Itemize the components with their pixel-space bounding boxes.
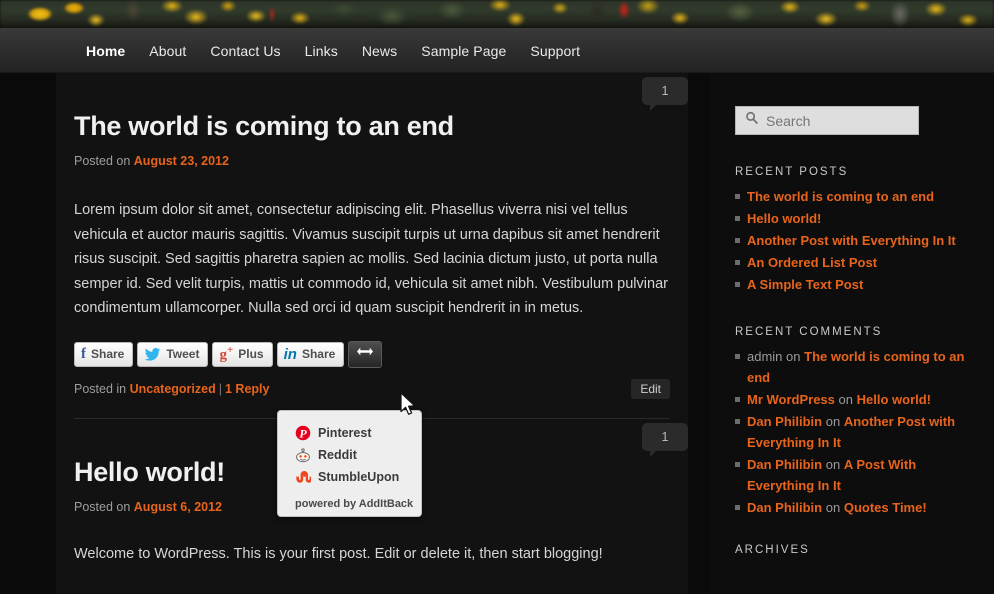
posted-in-label: Posted in xyxy=(74,381,127,396)
post-category-line: Posted in Uncategorized | 1 Reply xyxy=(74,382,269,396)
svg-text:P: P xyxy=(299,426,307,440)
post-footer-meta: Posted in Uncategorized | 1 Reply Edit xyxy=(74,378,670,399)
comment-on-label: on xyxy=(838,392,853,407)
linkedin-icon: in xyxy=(283,345,297,363)
list-item: Dan Philibin on Quotes Time! xyxy=(735,497,980,518)
posted-on-label: Posted on xyxy=(74,154,131,168)
page-root: Home About Contact Us Links News Sample … xyxy=(0,0,994,594)
twitter-tweet-button[interactable]: Tweet xyxy=(137,341,209,367)
comment-count-value: 1 xyxy=(661,84,669,98)
post-replies-link[interactable]: 1 Reply xyxy=(225,382,269,396)
list-item: Hello world! xyxy=(735,208,980,229)
recent-post-link[interactable]: An Ordered List Post xyxy=(747,255,877,270)
list-item: An Ordered List Post xyxy=(735,252,980,273)
comment-post-link[interactable]: Hello world! xyxy=(857,392,931,407)
comment-author: admin xyxy=(747,349,783,364)
nav-item-links[interactable]: Links xyxy=(293,43,350,59)
header-banner-image xyxy=(0,0,994,28)
edit-post-button[interactable]: Edit xyxy=(631,378,670,399)
post-meta: Posted on August 23, 2012 xyxy=(74,154,670,168)
archives-widget: ARCHIVES xyxy=(710,544,994,556)
search-box[interactable] xyxy=(735,106,919,135)
recent-post-link[interactable]: A Simple Text Post xyxy=(747,277,863,292)
recent-post-link[interactable]: Another Post with Everything In It xyxy=(747,233,956,248)
twitter-tweet-label: Tweet xyxy=(166,347,200,362)
pinterest-share-item[interactable]: P Pinterest xyxy=(278,422,421,444)
search-widget xyxy=(710,73,994,135)
recent-posts-list: The world is coming to an end Hello worl… xyxy=(735,186,980,295)
main-navigation: Home About Contact Us Links News Sample … xyxy=(0,28,994,73)
facebook-share-label: Share xyxy=(91,347,125,362)
google-plus-label: Plus xyxy=(238,347,264,362)
post-body-text-2: Welcome to WordPress. This is your first… xyxy=(74,545,603,562)
post-title-link[interactable]: The world is coming to an end xyxy=(74,109,670,143)
recent-comments-list: admin on The world is coming to an end M… xyxy=(735,346,980,518)
reddit-label: Reddit xyxy=(318,448,357,462)
addit-powered-by-label: powered by AddItBack xyxy=(295,498,414,510)
facebook-icon: f xyxy=(81,345,86,362)
comment-count-value-2: 1 xyxy=(661,429,669,444)
nav-item-sample-page[interactable]: Sample Page xyxy=(409,43,518,59)
linkedin-share-button[interactable]: in Share xyxy=(276,341,345,367)
mouse-cursor xyxy=(400,392,418,422)
archives-title: ARCHIVES xyxy=(735,544,810,556)
comment-author[interactable]: Dan Philibin xyxy=(747,414,822,429)
comment-count-bubble-2[interactable]: 1 xyxy=(642,422,688,457)
list-item: Another Post with Everything In It xyxy=(735,230,980,251)
list-item: admin on The world is coming to an end xyxy=(735,346,980,388)
plus-arrows-icon xyxy=(356,345,374,363)
comment-on-label: on xyxy=(825,457,841,472)
post-article-1: 1 The world is coming to an end Posted o… xyxy=(56,73,688,399)
comment-author[interactable]: Dan Philibin xyxy=(747,457,822,472)
comment-on-label: on xyxy=(786,349,801,364)
nav-item-home[interactable]: Home xyxy=(74,43,137,59)
comment-author[interactable]: Mr WordPress xyxy=(747,392,835,407)
addit-share-menu: P Pinterest Reddit StumbleUpon powered b… xyxy=(277,410,422,517)
nav-item-news[interactable]: News xyxy=(350,43,409,59)
list-item: Dan Philibin on Another Post with Everyt… xyxy=(735,411,980,453)
recent-comments-title: RECENT COMMENTS xyxy=(735,326,883,338)
nav-item-about[interactable]: About xyxy=(137,43,198,59)
stumbleupon-label: StumbleUpon xyxy=(318,470,400,484)
comment-count-bubble[interactable]: 1 xyxy=(642,77,688,111)
list-item: Mr WordPress on Hello world! xyxy=(735,389,980,410)
recent-posts-title: RECENT POSTS xyxy=(735,166,849,178)
meta-separator: | xyxy=(218,381,222,396)
google-plus-icon: g+ xyxy=(219,344,234,364)
posted-on-label-2: Posted on xyxy=(74,499,131,514)
more-share-options-button[interactable] xyxy=(348,340,383,368)
stumbleupon-icon xyxy=(295,469,313,485)
nav-items: Home About Contact Us Links News Sample … xyxy=(74,28,592,73)
sidebar: RECENT POSTS The world is coming to an e… xyxy=(710,73,994,594)
comment-author[interactable]: Dan Philibin xyxy=(747,500,822,515)
post-category-link[interactable]: Uncategorized xyxy=(130,382,216,396)
stumbleupon-share-item[interactable]: StumbleUpon xyxy=(278,466,421,488)
search-input[interactable] xyxy=(766,112,906,129)
recent-posts-widget: RECENT POSTS The world is coming to an e… xyxy=(710,166,994,295)
comment-on-label: on xyxy=(825,414,841,429)
google-plus-button[interactable]: g+ Plus xyxy=(212,341,273,367)
reddit-share-item[interactable]: Reddit xyxy=(278,444,421,466)
recent-post-link[interactable]: The world is coming to an end xyxy=(747,189,934,204)
comment-on-label: on xyxy=(825,500,841,515)
list-item: Dan Philibin on A Post With Everything I… xyxy=(735,454,980,496)
linkedin-share-label: Share xyxy=(301,347,336,362)
recent-post-link[interactable]: Hello world! xyxy=(747,211,821,226)
pinterest-label: Pinterest xyxy=(318,426,372,440)
comment-post-link[interactable]: Quotes Time! xyxy=(844,500,927,515)
recent-comments-widget: RECENT COMMENTS admin on The world is co… xyxy=(710,326,994,518)
search-icon xyxy=(745,111,759,130)
pinterest-icon: P xyxy=(295,425,311,441)
post-body-text: Lorem ipsum dolor sit amet, consectetur … xyxy=(74,202,668,317)
twitter-icon xyxy=(144,347,161,361)
social-share-row: f Share Tweet g+ Plus in Share xyxy=(74,340,670,368)
nav-item-support[interactable]: Support xyxy=(518,43,592,59)
nav-item-contact-us[interactable]: Contact Us xyxy=(198,43,292,59)
reddit-icon xyxy=(295,447,311,463)
list-item: The world is coming to an end xyxy=(735,186,980,207)
post-date-link[interactable]: August 23, 2012 xyxy=(134,154,229,168)
list-item: A Simple Text Post xyxy=(735,274,980,295)
facebook-share-button[interactable]: f Share xyxy=(74,341,134,367)
post-date-link-2[interactable]: August 6, 2012 xyxy=(134,500,222,514)
